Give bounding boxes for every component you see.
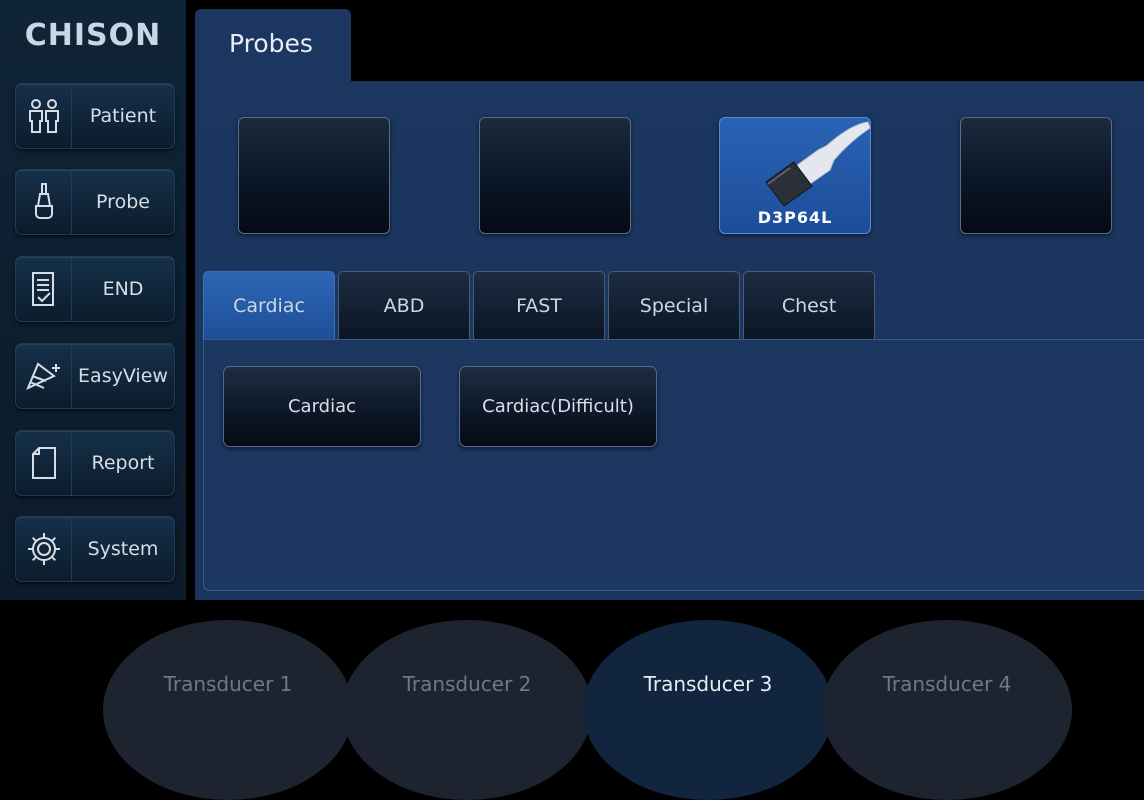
sidebar-item-easyview[interactable]: EasyView — [15, 343, 175, 409]
preset-cardiac-button[interactable]: Cardiac — [223, 366, 421, 447]
probe-slot-name: D3P64L — [757, 208, 833, 227]
probe-slot-3[interactable]: D3P64L — [719, 117, 871, 234]
preset-cardiac-difficult-button[interactable]: Cardiac(Difficult) — [459, 366, 657, 447]
transducer-label: Transducer 2 — [402, 672, 532, 696]
chison-logo: CHISON — [24, 18, 162, 53]
sidebar-item-label: System — [87, 538, 159, 560]
sidebar-item-label: END — [102, 278, 144, 300]
probe-slot-4[interactable] — [960, 117, 1112, 234]
sidebar-item-probe[interactable]: Probe — [15, 169, 175, 235]
report-icon — [16, 431, 72, 495]
sidebar-item-label: EasyView — [78, 365, 168, 387]
system-gear-icon — [16, 517, 72, 581]
tab-cardiac[interactable]: Cardiac — [203, 271, 335, 339]
probe-slot-2[interactable] — [479, 117, 631, 234]
end-exam-icon — [16, 257, 72, 321]
tab-chest[interactable]: Chest — [743, 271, 875, 339]
sidebar-item-label: Probe — [96, 191, 150, 213]
sidebar-item-patient[interactable]: Patient — [15, 83, 175, 149]
tab-fast[interactable]: FAST — [473, 271, 605, 339]
transducer-3-button[interactable]: Transducer 3 — [583, 620, 833, 800]
probe-icon — [16, 170, 72, 234]
easyview-icon — [16, 344, 72, 408]
linear-probe-icon — [765, 121, 871, 206]
transducer-label: Transducer 1 — [163, 672, 293, 696]
tab-probes-label: Probes — [229, 29, 313, 58]
sidebar-item-label: Patient — [89, 105, 157, 127]
tab-special[interactable]: Special — [608, 271, 740, 339]
transducer-4-button[interactable]: Transducer 4 — [822, 620, 1072, 800]
patient-icon — [16, 84, 72, 148]
transducer-2-button[interactable]: Transducer 2 — [342, 620, 592, 800]
transducer-label: Transducer 3 — [643, 672, 773, 696]
sidebar-item-label: Report — [91, 452, 155, 474]
tab-abd[interactable]: ABD — [338, 271, 470, 339]
sidebar-item-end[interactable]: END — [15, 256, 175, 322]
probe-slot-1[interactable] — [238, 117, 390, 234]
transducer-1-button[interactable]: Transducer 1 — [103, 620, 353, 800]
sidebar: CHISON Patient Probe END EasyView Report… — [0, 0, 186, 600]
sidebar-item-report[interactable]: Report — [15, 430, 175, 496]
sidebar-item-system[interactable]: System — [15, 516, 175, 582]
tab-probes[interactable]: Probes — [195, 9, 351, 83]
transducer-label: Transducer 4 — [882, 672, 1012, 696]
